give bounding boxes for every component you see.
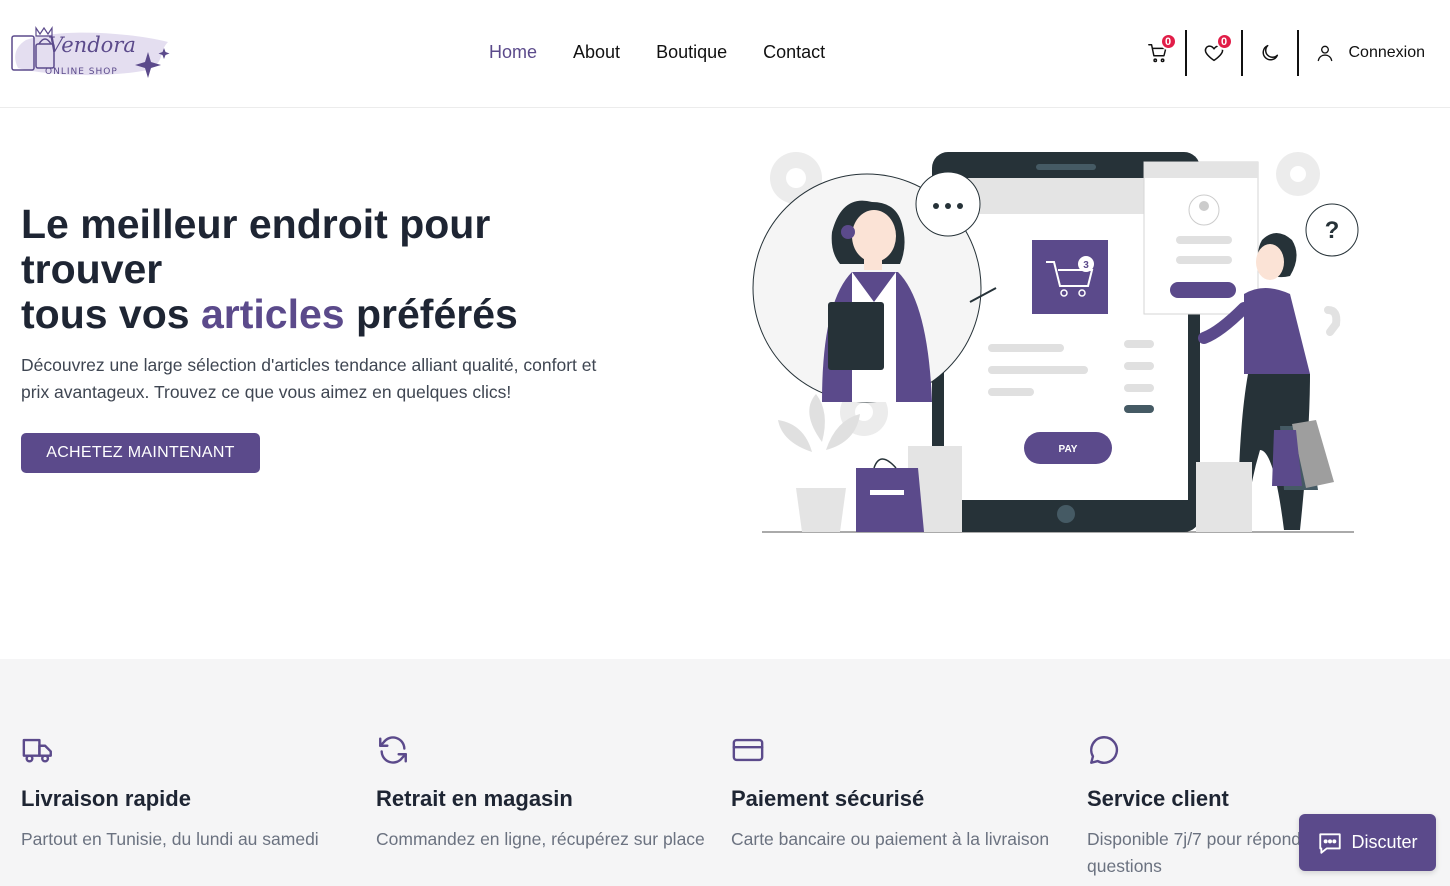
hero-illustration: 3 PAY ?: [752, 152, 1359, 533]
logo-subtext: ONLINE SHOP: [45, 67, 118, 77]
nav-boutique[interactable]: Boutique: [656, 42, 727, 63]
login-button[interactable]: Connexion: [1299, 29, 1450, 77]
illustration-pay-label: PAY: [1059, 444, 1078, 455]
hero-title-accent: articles: [200, 291, 345, 337]
features-section: Livraison rapide Partout en Tunisie, du …: [0, 659, 1450, 886]
moon-icon: [1262, 44, 1278, 61]
shop-now-button[interactable]: ACHETEZ MAINTENANT: [21, 433, 260, 473]
login-label: Connexion: [1348, 44, 1426, 61]
site-header: Vendora ONLINE SHOP Home About Boutique …: [0, 0, 1450, 108]
feature-delivery: Livraison rapide Partout en Tunisie, du …: [21, 733, 361, 853]
feature-title: Retrait en magasin: [376, 786, 573, 811]
wishlist-button[interactable]: 0: [1187, 29, 1241, 77]
feature-title: Livraison rapide: [21, 786, 191, 811]
chat-bubble-icon: [1090, 736, 1119, 764]
feature-title: Paiement sécurisé: [731, 786, 925, 811]
user-icon: [1317, 45, 1332, 62]
message-icon: [1319, 832, 1342, 854]
nav-contact[interactable]: Contact: [763, 42, 825, 63]
brand-logo[interactable]: Vendora ONLINE SHOP: [8, 22, 174, 86]
feature-text: Partout en Tunisie, du lundi au samedi: [21, 829, 319, 849]
hero-title-line2b: préférés: [344, 291, 518, 337]
truck-icon: [22, 738, 52, 763]
hero-title: Le meilleur endroit pour trouver tous vo…: [21, 202, 641, 337]
feature-title: Service client: [1087, 786, 1229, 811]
feature-payment: Paiement sécurisé Carte bancaire ou paie…: [731, 733, 1071, 853]
nav-about[interactable]: About: [573, 42, 620, 63]
nav-home[interactable]: Home: [489, 42, 537, 63]
cart-count-badge: 0: [1159, 33, 1177, 50]
logo-text: Vendora: [48, 33, 136, 57]
illustration-cart-count: 3: [1083, 260, 1089, 271]
cart-button[interactable]: 0: [1131, 29, 1185, 77]
chat-button[interactable]: Discuter: [1299, 814, 1436, 871]
wishlist-count-badge: 0: [1215, 33, 1233, 50]
credit-card-icon: [732, 738, 764, 762]
theme-toggle[interactable]: [1243, 29, 1297, 77]
feature-text: Carte bancaire ou paiement à la livraiso…: [731, 829, 1050, 849]
refresh-icon: [379, 736, 407, 764]
hero-title-line2a: tous vos: [21, 291, 201, 337]
feature-text: Commandez en ligne, récupérez sur place: [376, 829, 705, 849]
feature-pickup: Retrait en magasin Commandez en ligne, r…: [376, 733, 716, 853]
hero-description: Découvrez une large sélection d'articles…: [21, 355, 597, 402]
illustration-question-mark: ?: [1325, 217, 1340, 244]
chat-label: Discuter: [1351, 832, 1418, 852]
main-nav: Home About Boutique Contact: [489, 42, 825, 63]
hero-title-line1: Le meilleur endroit pour trouver: [21, 201, 491, 292]
header-actions: 0 0 Connexion: [1131, 28, 1450, 78]
